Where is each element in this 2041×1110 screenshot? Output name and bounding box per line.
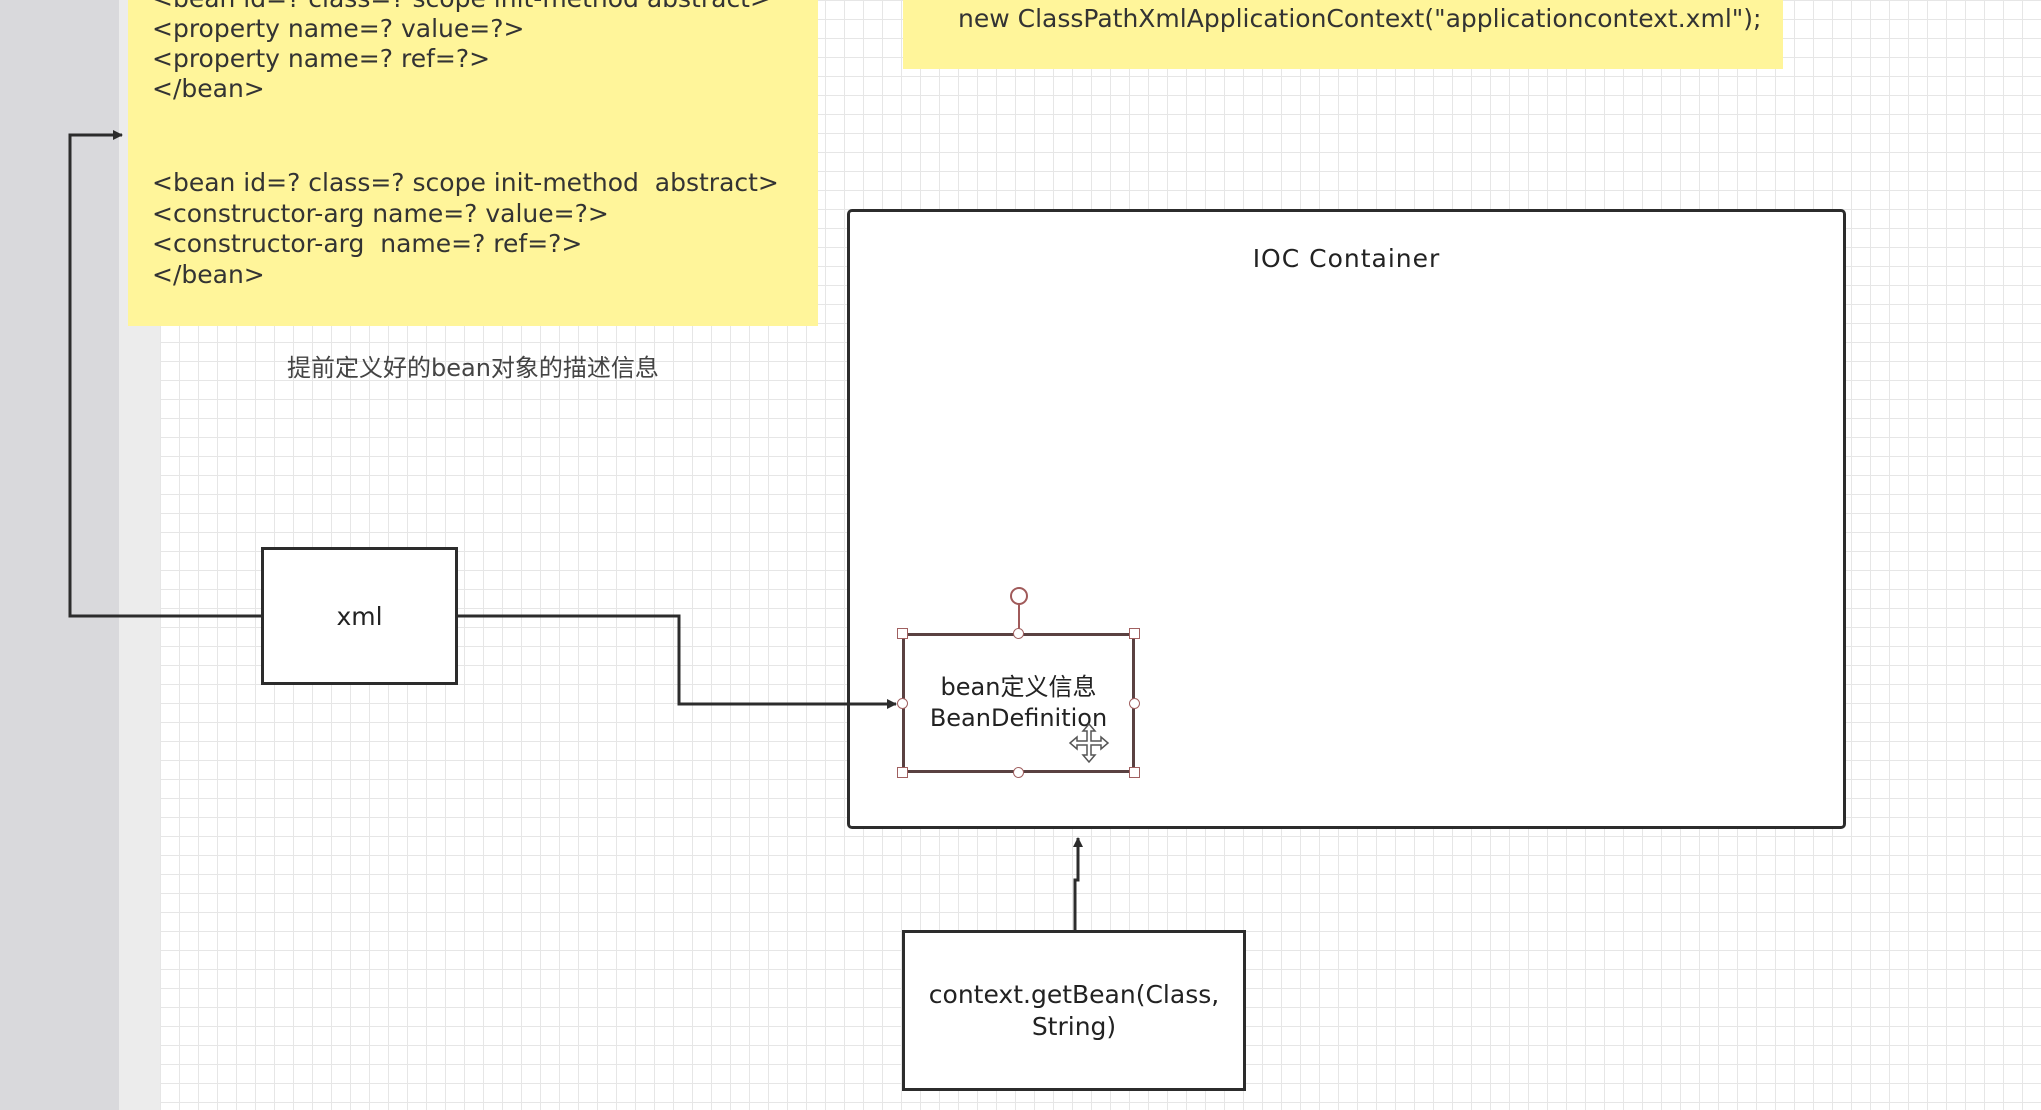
get-bean-line-2: String): [1031, 1011, 1117, 1041]
bean-description-caption[interactable]: 提前定义好的bean对象的描述信息: [287, 348, 659, 383]
note-line: </bean>: [152, 260, 265, 289]
resize-handle-bottom-left[interactable]: [897, 767, 908, 778]
note-line: <bean id=? class=? scope init-method abs…: [152, 0, 771, 13]
resize-handle-bottom-right[interactable]: [1129, 767, 1140, 778]
get-bean-box[interactable]: context.getBean(Class, String): [902, 930, 1246, 1091]
context-code-note[interactable]: new ClassPathXmlApplicationContext("appl…: [903, 0, 1783, 69]
page-margin-strip: [0, 0, 120, 1110]
resize-handle-left[interactable]: [897, 698, 908, 709]
ioc-container-title: IOC Container: [1252, 244, 1441, 273]
move-cursor-icon: [1068, 722, 1110, 764]
resize-handle-bottom[interactable]: [1013, 767, 1024, 778]
note-line: <bean id=? class=? scope init-method abs…: [152, 168, 779, 197]
xml-definition-note[interactable]: <bean id=? class=? scope init-method abs…: [128, 0, 818, 326]
note-line: <constructor-arg name=? ref=?>: [152, 229, 583, 258]
resize-handle-top[interactable]: [1013, 628, 1024, 639]
resize-handle-top-right[interactable]: [1129, 628, 1140, 639]
note-line: </bean>: [152, 74, 265, 103]
note-line: <constructor-arg name=? value=?>: [152, 199, 609, 228]
xml-box-label: xml: [336, 601, 383, 631]
resize-handle-top-left[interactable]: [897, 628, 908, 639]
get-bean-line-1: context.getBean(Class,: [928, 979, 1220, 1009]
rotate-handle[interactable]: [1010, 587, 1028, 605]
note-line: <property name=? ref=?>: [152, 44, 491, 73]
bean-definition-line-1: bean定义信息: [940, 673, 1097, 701]
xml-box[interactable]: xml: [261, 547, 458, 685]
note-line: new ClassPathXmlApplicationContext("appl…: [958, 4, 1762, 33]
resize-handle-right[interactable]: [1129, 698, 1140, 709]
note-line: <property name=? value=?>: [152, 14, 525, 43]
